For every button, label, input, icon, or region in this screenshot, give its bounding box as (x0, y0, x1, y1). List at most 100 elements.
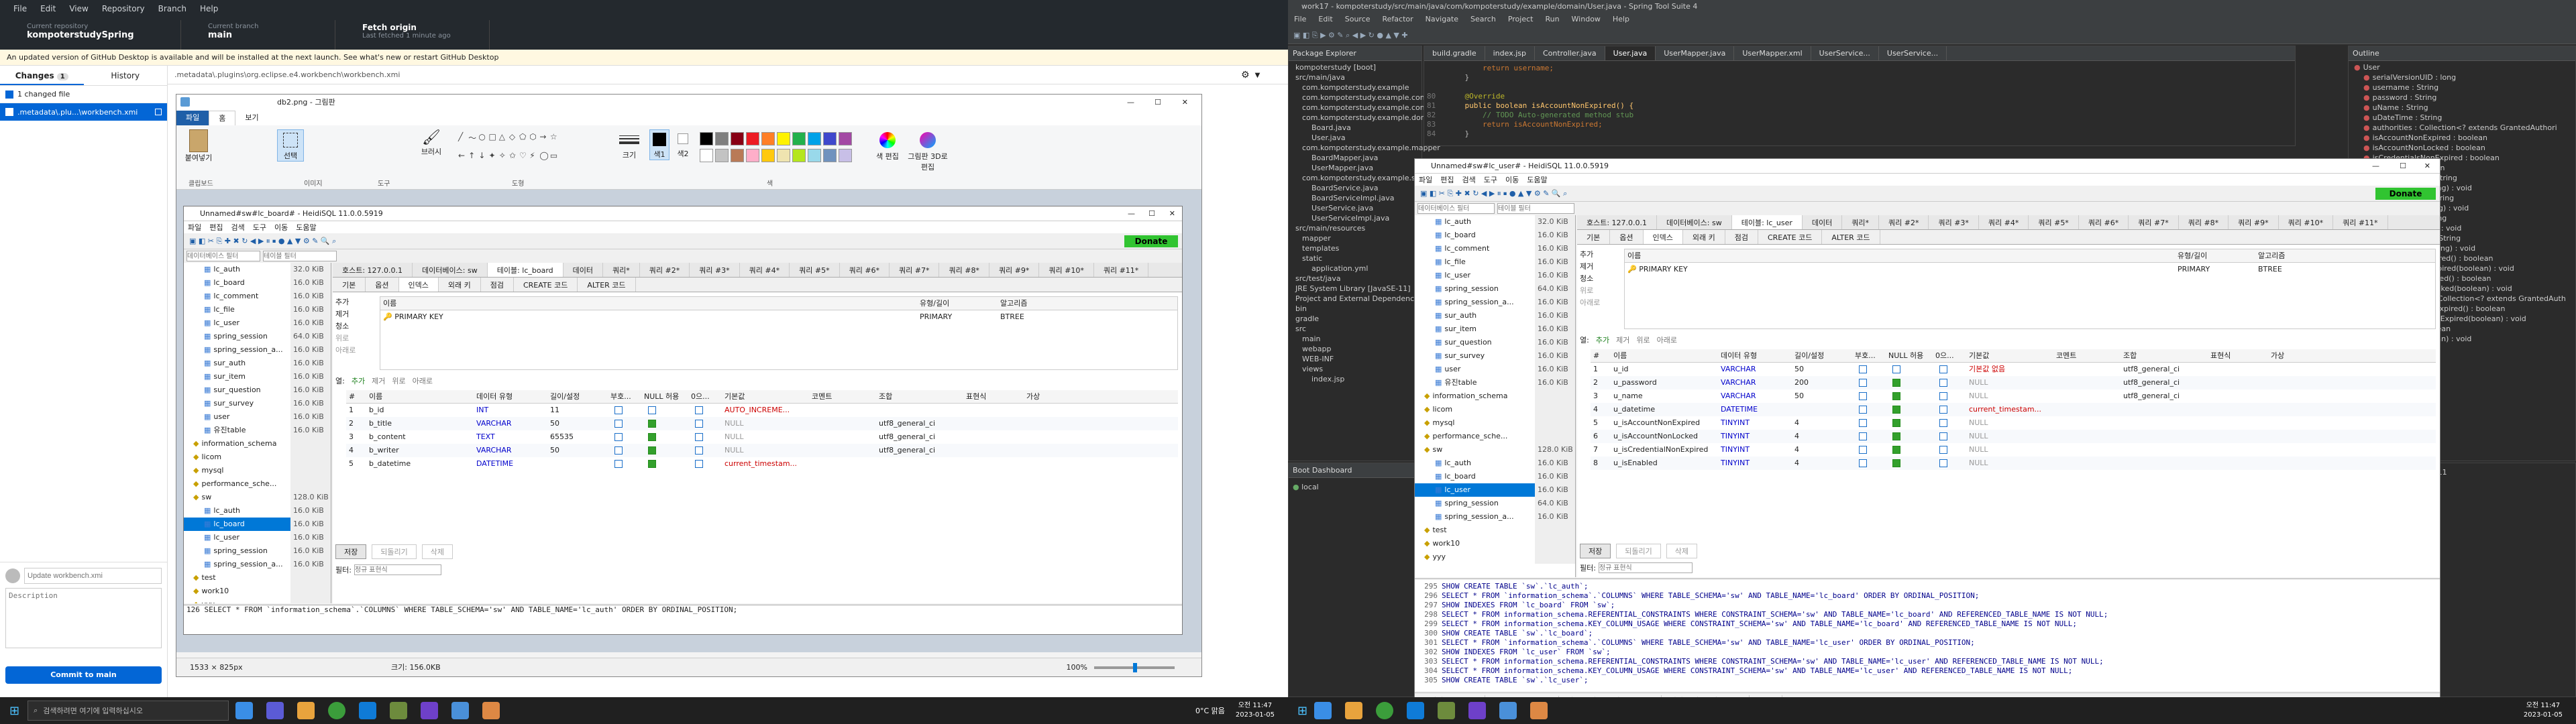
unsigned-checkbox[interactable] (1859, 392, 1867, 400)
github-desktop-icon[interactable] (421, 702, 439, 719)
explorer-item[interactable]: src/main/resources (1291, 223, 1419, 233)
nullable-checkbox[interactable] (1892, 406, 1900, 414)
menu-file[interactable]: File (1288, 13, 1312, 27)
column-row[interactable]: 3 b_content TEXT 65535 NULL utf8_general_ci (346, 430, 1178, 444)
tab-changes[interactable]: Changes 1 (0, 66, 84, 85)
query-tab[interactable]: 쿼리 #5* (2029, 215, 2079, 229)
close-icon[interactable]: ✕ (2424, 159, 2430, 174)
column-row[interactable]: 1 u_id VARCHAR 50 기본값 없음 utf8_general_ci (1591, 363, 2436, 376)
column-header-cell[interactable]: 이름 (1611, 349, 1718, 362)
query-tab[interactable]: 쿼리 #11* (1094, 263, 1149, 277)
delete-button[interactable]: 삭제 (1666, 544, 1697, 558)
palette-swatch[interactable] (823, 148, 837, 162)
brush-button[interactable]: 🖌 브러시 (418, 129, 445, 157)
tree-table[interactable]: ▦ lc_auth 16.0 KiB (184, 504, 331, 518)
zerofill-checkbox[interactable] (695, 420, 703, 428)
editor-subtab[interactable]: 인덱스 (398, 278, 439, 292)
tree-database[interactable]: ◆ mysql (184, 464, 331, 477)
query-tab[interactable]: 데이터 (564, 263, 604, 277)
query-tab[interactable]: 데이터 (1803, 215, 1843, 229)
color2-button[interactable]: 색2 (673, 129, 693, 159)
palette-swatch[interactable] (761, 132, 775, 145)
query-tab[interactable]: 쿼리 #11* (2333, 215, 2388, 229)
taskbar-search[interactable]: ⌕ 검색하려면 여기에 입력하십시오 (28, 701, 229, 721)
folder-icon[interactable] (297, 702, 315, 719)
maximize-icon[interactable]: ☐ (1148, 206, 1155, 221)
outline-item[interactable]: ● serialVersionUID : long (2351, 72, 2573, 82)
menu-file[interactable]: File (13, 4, 27, 13)
tree-database[interactable]: ◆ performance_sche... (184, 477, 331, 491)
edge-icon[interactable] (359, 702, 377, 719)
query-tab[interactable]: 쿼리 #4* (740, 263, 790, 277)
column-header-cell[interactable]: 조합 (2121, 349, 2208, 362)
editor-subtab[interactable]: 외래 키 (439, 278, 481, 292)
tree-table[interactable]: ▦ lc_auth 32.0 KiB (1415, 215, 1575, 229)
query-tab[interactable]: 쿼리 #10* (2279, 215, 2334, 229)
tree-table[interactable]: ▦ lc_board 16.0 KiB (1415, 470, 1575, 483)
heidisql-icon[interactable] (1499, 702, 1517, 719)
explorer-item[interactable]: gradle (1291, 314, 1419, 324)
query-tab[interactable]: 쿼리 #8* (2179, 215, 2229, 229)
outline-item[interactable]: ● User (2351, 62, 2573, 72)
nullable-checkbox[interactable] (1892, 392, 1900, 400)
editor-subtab[interactable]: 인덱스 (1643, 230, 1683, 244)
edit-colors-button[interactable]: 색 편집 (874, 129, 901, 162)
file-checkbox[interactable] (5, 108, 13, 116)
db-filter-input[interactable] (1417, 203, 1495, 214)
index-row[interactable]: 🔑 PRIMARY KEY PRIMARY BTREE (1625, 263, 2435, 276)
column-header-cell[interactable]: # (1591, 349, 1611, 362)
zerofill-checkbox[interactable] (1939, 446, 1947, 454)
editor-tab[interactable]: UserService... (1811, 46, 1879, 60)
palette-swatch[interactable] (700, 132, 713, 145)
changed-file-row[interactable]: .metadata\.plu...\workbench.xmi (0, 103, 167, 121)
nullable-checkbox[interactable] (1892, 419, 1900, 427)
column-header-cell[interactable]: 가상 (2268, 349, 2295, 362)
tree-table[interactable]: ▦ lc_user 16.0 KiB (1415, 483, 1575, 497)
menu-help[interactable]: Help (200, 4, 218, 13)
query-tab[interactable]: 쿼리 #7* (2129, 215, 2179, 229)
tree-database[interactable]: ◆ information_schema (1415, 389, 1575, 403)
unsigned-checkbox[interactable] (614, 433, 623, 441)
outline-item[interactable]: ● uName : String (2351, 103, 2573, 113)
query-tab[interactable]: 데이터베이스: sw (1657, 215, 1732, 229)
explorer-item[interactable]: src/test/java (1291, 274, 1419, 284)
index-action-button[interactable]: 추가 (1580, 249, 1620, 261)
column-row[interactable]: 2 u_password VARCHAR 200 NULL utf8_general_ci (1591, 376, 2436, 389)
github-desktop-icon[interactable] (1468, 702, 1487, 719)
menu-help[interactable]: 도움말 (1527, 174, 1547, 185)
query-tab[interactable]: 테이블: lc_user (1731, 215, 1803, 229)
column-header-cell[interactable]: 데이터 유형 (474, 390, 547, 403)
paint-icon[interactable] (1530, 702, 1548, 719)
tree-database[interactable]: ◆ work10 (1415, 537, 1575, 550)
index-action-button[interactable]: 추가 (335, 296, 376, 308)
tree-database[interactable]: ◆ sw 128.0 KiB (1415, 443, 1575, 457)
query-tab[interactable]: 쿼리 #9* (2229, 215, 2279, 229)
tree-table[interactable]: ▦ lc_file 16.0 KiB (1415, 255, 1575, 269)
index-action-button[interactable]: 제거 (335, 308, 376, 320)
column-header-cell[interactable]: 코멘트 (809, 390, 876, 403)
nullable-checkbox[interactable] (1892, 446, 1900, 454)
outline-item[interactable]: ● isAccountNonExpired : boolean (2351, 133, 2573, 143)
explorer-item[interactable]: com.kompoterstudy.example.mapper (1291, 143, 1440, 153)
save-button[interactable]: 저장 (335, 544, 367, 559)
nullable-checkbox[interactable] (648, 446, 656, 455)
palette-swatch[interactable] (777, 132, 790, 145)
nullable-checkbox[interactable] (648, 433, 656, 441)
zerofill-checkbox[interactable] (1939, 432, 1947, 440)
unsigned-checkbox[interactable] (1859, 432, 1867, 440)
column-action-button[interactable]: 추가 (352, 375, 365, 386)
close-icon[interactable]: ✕ (1169, 206, 1175, 221)
minimize-icon[interactable]: — (1128, 206, 1135, 221)
column-row[interactable]: 1 b_id INT 11 AUTO_INCREME... (346, 404, 1178, 417)
outline-item[interactable]: ● password : String (2351, 93, 2573, 103)
tree-database[interactable]: ◆ test (184, 571, 331, 585)
tab-view[interactable]: 보기 (235, 111, 268, 125)
color1-button[interactable]: 색1 (649, 129, 669, 160)
palette-swatch[interactable] (731, 132, 744, 145)
unsigned-checkbox[interactable] (614, 406, 623, 414)
menu-edit[interactable]: 편집 (209, 222, 223, 233)
menu-help[interactable]: 도움말 (296, 222, 316, 233)
toolbar-icons[interactable]: ▣ ◧ ✂ ⎘ ✚ ✖ ↻ ◀ ▶ ⏸ ⏹ ● ▲ ▼ ⚙ ✎ 🔍 ⌕ (1420, 189, 1567, 198)
outline-tab[interactable]: Outline (2349, 46, 2575, 61)
outline-item[interactable]: ● authorities : Collection<? extends Gran… (2351, 123, 2573, 133)
